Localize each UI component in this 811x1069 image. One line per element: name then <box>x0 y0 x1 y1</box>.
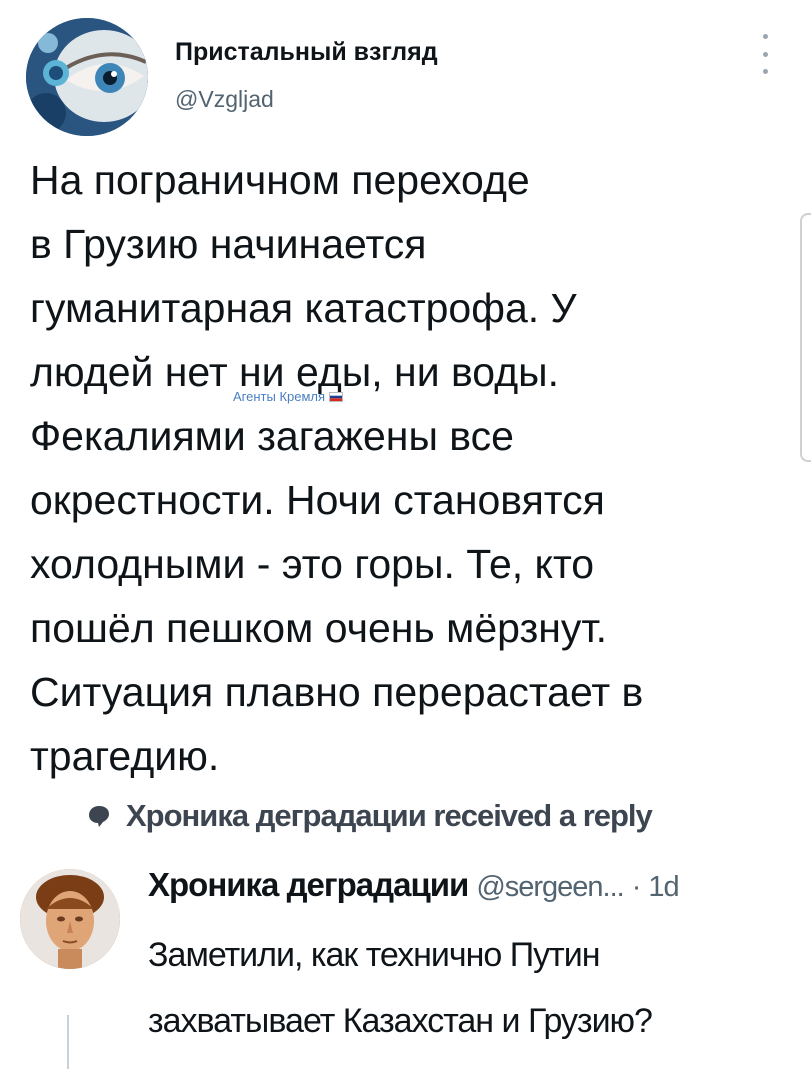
author-avatar[interactable] <box>26 18 148 136</box>
tweet-text-line: в Грузию начинается <box>30 221 427 267</box>
reply-text: Заметили, как технично Путин захватывает… <box>148 922 653 1054</box>
eye-avatar-image <box>26 18 148 136</box>
reply-separator: · <box>631 871 642 903</box>
tweet-text-line: На пограничном переходе <box>30 157 530 203</box>
statue-bust-avatar-image <box>20 869 120 969</box>
author-name[interactable]: Пристальный взгляд <box>175 38 438 67</box>
tweet-text-line: Фекалиями загажены все <box>30 413 514 459</box>
watermark-text: Агенты Кремля <box>233 389 326 404</box>
tweet-text-line: трагедию. <box>30 733 220 779</box>
reply-text-line: Заметили, как технично Путин <box>148 936 600 974</box>
reply-author-avatar[interactable] <box>20 869 120 969</box>
thread-line <box>67 1015 69 1069</box>
tweet-text-line: гуманитарная катастрофа. У <box>30 285 577 331</box>
reply-header: Хроника деградации @sergeen... · 1d <box>148 866 680 904</box>
reply-text-line: захватывает Казахстан и Грузию? <box>148 1002 653 1040</box>
reply-bubble-icon <box>86 803 112 829</box>
tweet-text-line: Ситуация плавно перерастает в <box>30 669 644 715</box>
reply-banner-text: Хроника деградации received a reply <box>126 798 653 833</box>
tweet-text-line: окрестности. Ночи становятся <box>30 477 605 523</box>
watermark: Агенты Кремля <box>233 389 344 404</box>
tweet-text-line: пошёл пешком очень мёрзнут. <box>30 605 608 651</box>
reply-timestamp[interactable]: 1d <box>648 871 679 904</box>
scrollbar-edge <box>800 213 811 462</box>
reply-author-handle[interactable]: @sergeen... <box>476 871 624 904</box>
author-handle[interactable]: @Vzgljad <box>175 86 274 113</box>
tweet-text-line: людей нет ни еды, ни воды. <box>30 349 559 395</box>
more-vertical-icon[interactable] <box>758 34 772 74</box>
russia-flag-icon <box>329 391 344 402</box>
reply-author-name[interactable]: Хроника деградации <box>148 866 469 904</box>
tweet-text-line: холодными - это горы. Те, кто <box>30 541 595 587</box>
tweet-text: На пограничном переходе в Грузию начинае… <box>30 148 800 788</box>
reply-banner[interactable]: Хроника деградации received a reply <box>86 796 653 836</box>
